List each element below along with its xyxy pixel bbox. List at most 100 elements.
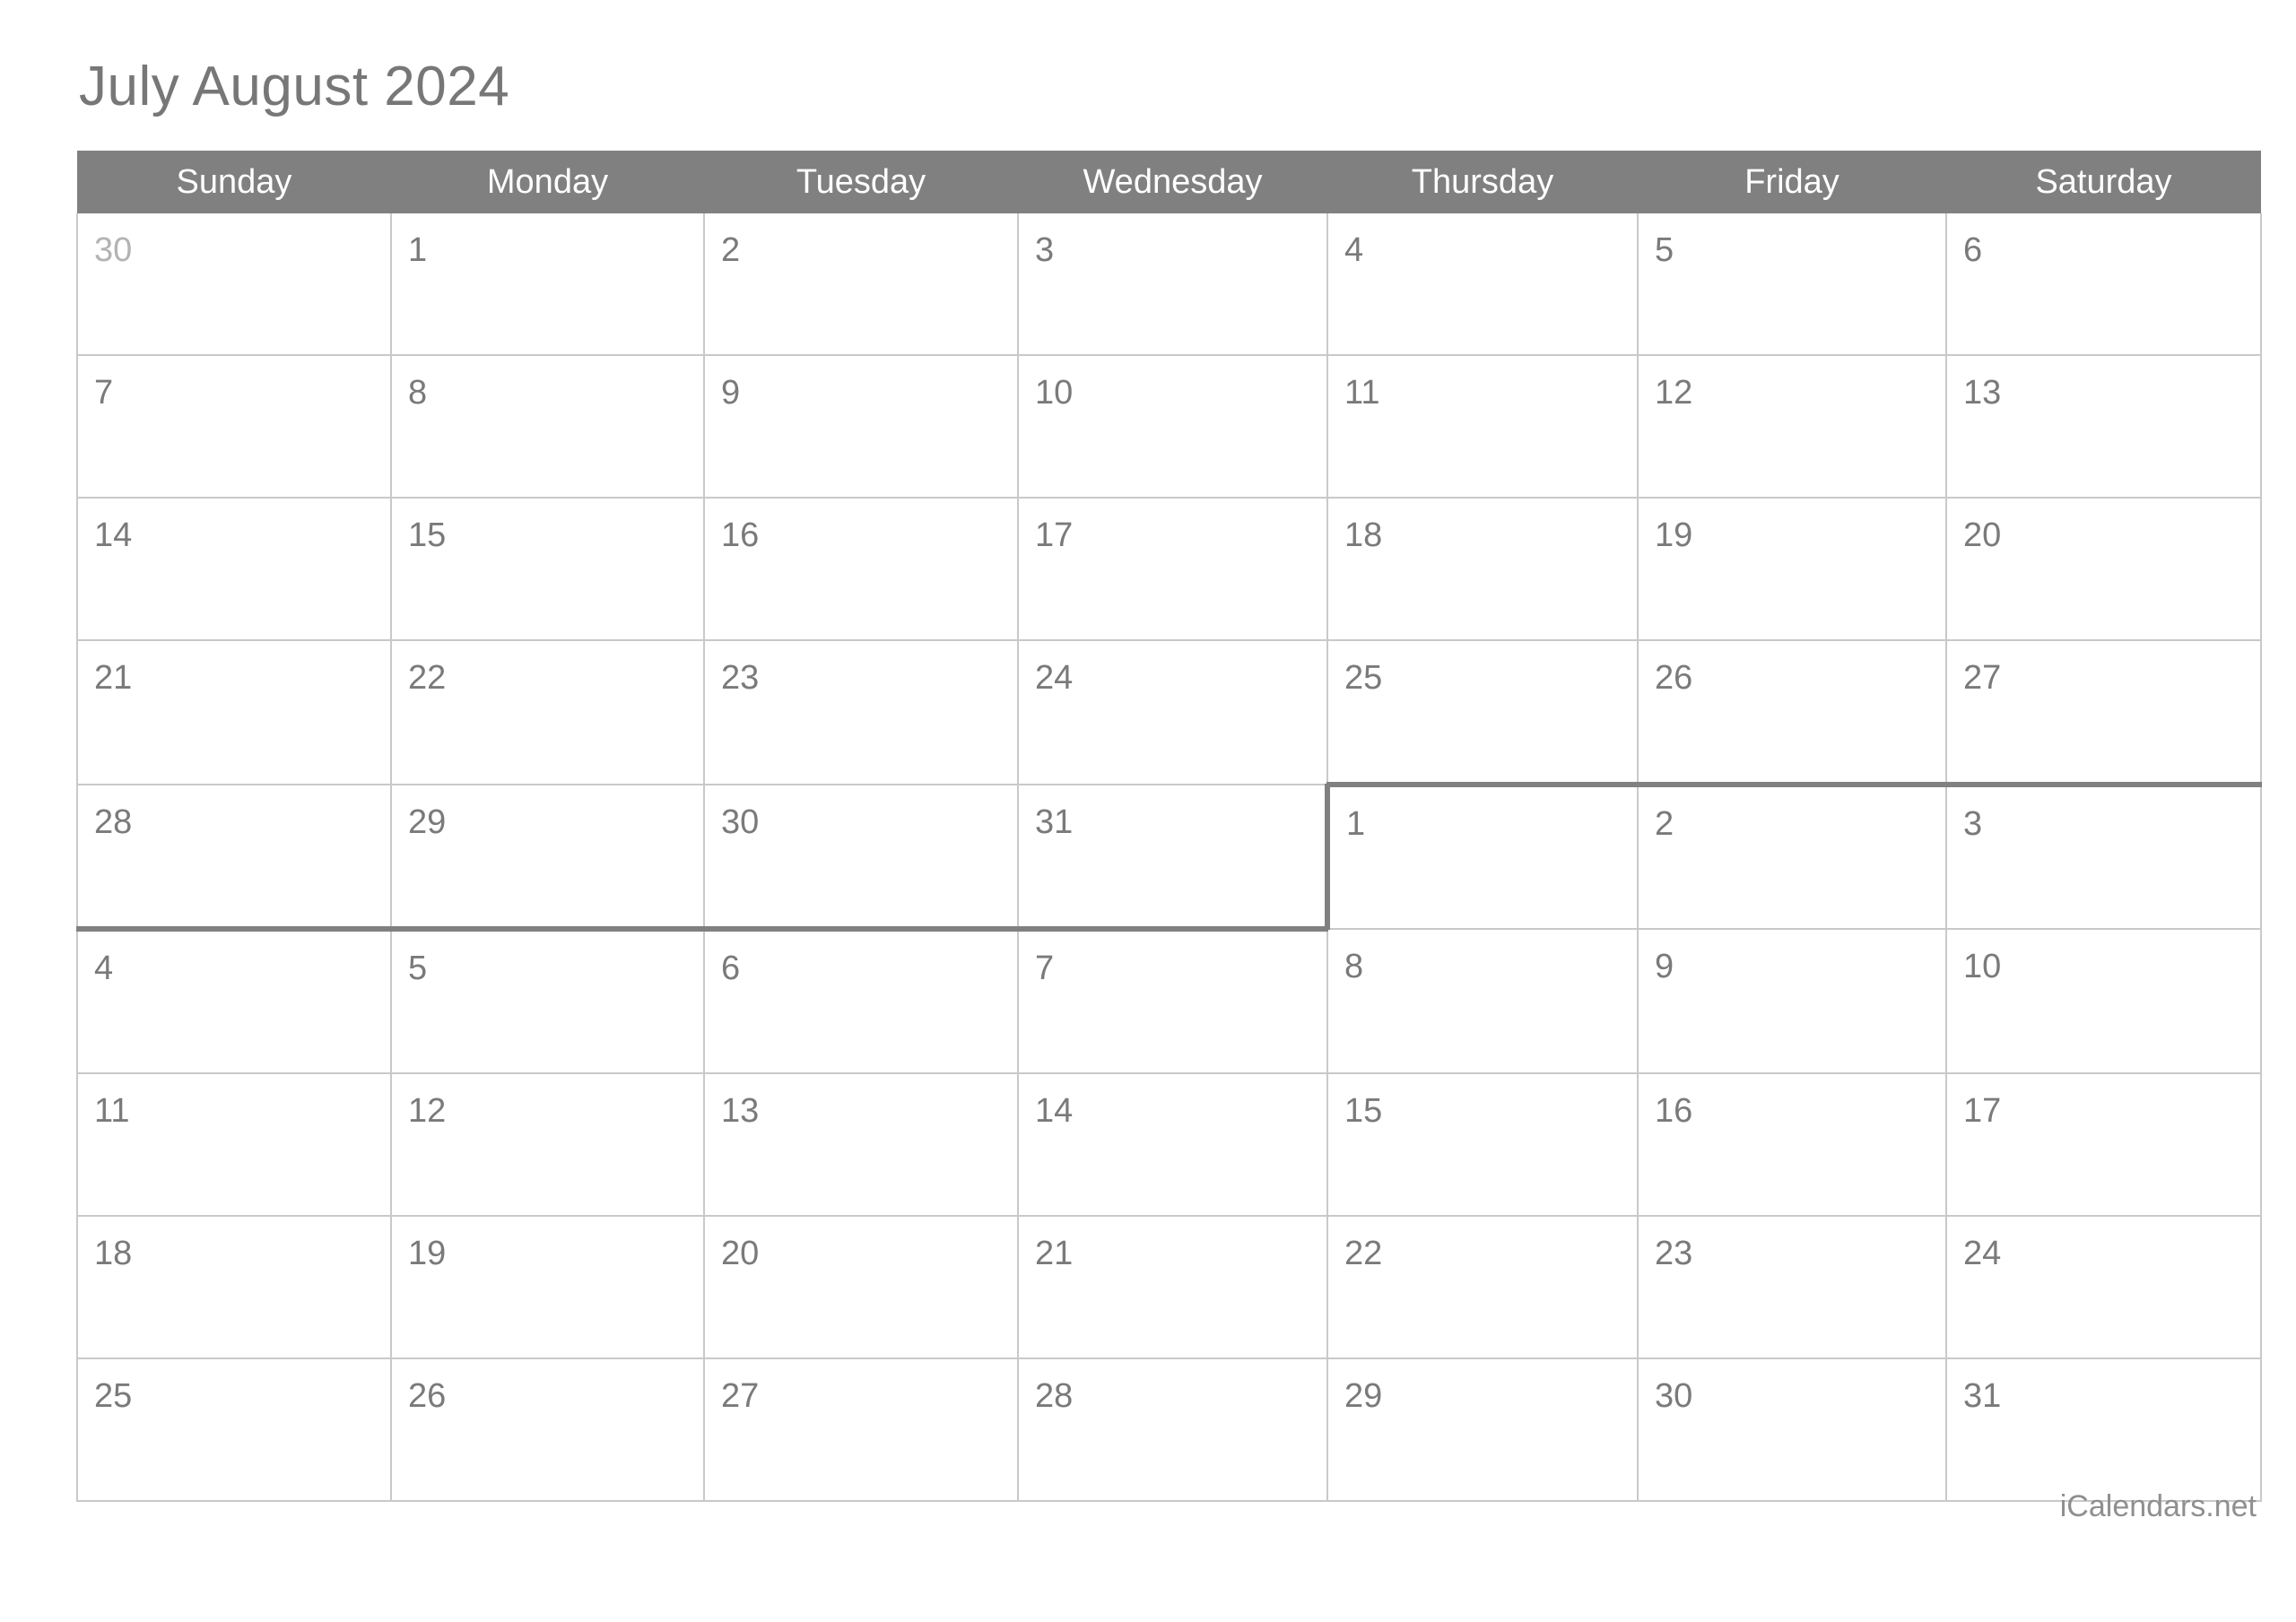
day-number: 24	[1035, 659, 1074, 697]
calendar-day-cell[interactable]: 16	[1638, 1073, 1947, 1217]
calendar-day-cell[interactable]: 23	[704, 640, 1019, 785]
calendar-day-cell[interactable]: 31	[1018, 785, 1328, 932]
calendar-day-cell[interactable]: 22	[391, 640, 705, 785]
weekday-header-thursday: Thursday	[1327, 151, 1638, 213]
calendar-day-cell[interactable]: 8	[1327, 929, 1639, 1074]
day-number: 9	[721, 374, 741, 412]
day-number: 30	[94, 231, 133, 269]
calendar-day-cell[interactable]: 13	[704, 1073, 1019, 1217]
calendar-day-cell[interactable]: 7	[1018, 929, 1328, 1074]
calendar-day-cell[interactable]: 21	[76, 640, 392, 785]
calendar-day-cell[interactable]: 4	[1327, 213, 1639, 356]
calendar-day-cell[interactable]: 14	[1018, 1073, 1328, 1217]
calendar-day-cell[interactable]: 14	[76, 498, 392, 641]
calendar-day-cell[interactable]: 30	[704, 785, 1019, 932]
day-number: 23	[1655, 1235, 1693, 1272]
day-number: 5	[408, 950, 428, 987]
day-number: 7	[94, 374, 114, 412]
calendar-day-cell[interactable]: 18	[76, 1216, 392, 1359]
calendar-day-cell[interactable]: 2	[1638, 782, 1947, 930]
calendar-day-cell[interactable]: 30	[1638, 1358, 1947, 1502]
calendar-day-cell[interactable]: 15	[1327, 1073, 1639, 1217]
calendar-day-cell[interactable]: 13	[1946, 355, 2262, 499]
calendar-day-cell[interactable]: 26	[391, 1358, 705, 1502]
day-number: 15	[408, 516, 447, 554]
footer-attribution: iCalendars.net	[2059, 1489, 2257, 1523]
calendar-day-cell[interactable]: 11	[76, 1073, 392, 1217]
day-number: 17	[1963, 1092, 2002, 1130]
day-number: 15	[1344, 1092, 1383, 1130]
day-number: 6	[1963, 231, 1983, 269]
calendar-day-cell[interactable]: 16	[704, 498, 1019, 641]
day-number: 31	[1035, 803, 1074, 841]
day-number: 13	[721, 1092, 760, 1130]
calendar-day-cell[interactable]: 23	[1638, 1216, 1947, 1359]
day-number: 20	[1963, 516, 2002, 554]
calendar-day-cell[interactable]: 10	[1946, 929, 2262, 1074]
calendar-day-cell[interactable]: 5	[1638, 213, 1947, 356]
calendar-day-cell[interactable]: 25	[76, 1358, 392, 1502]
calendar-day-cell[interactable]: 27	[704, 1358, 1019, 1502]
calendar-day-cell[interactable]: 20	[1946, 498, 2262, 641]
calendar-day-cell[interactable]: 19	[391, 1216, 705, 1359]
calendar-day-cell[interactable]: 17	[1018, 498, 1328, 641]
calendar-day-cell[interactable]: 24	[1946, 1216, 2262, 1359]
calendar-day-cell[interactable]: 9	[704, 355, 1019, 499]
calendar-day-cell[interactable]: 28	[76, 785, 392, 932]
day-number: 22	[1344, 1235, 1383, 1272]
weekday-header-wednesday: Wednesday	[1018, 151, 1327, 213]
day-number: 25	[94, 1377, 133, 1415]
calendar-day-cell[interactable]: 7	[76, 355, 392, 499]
calendar-day-cell[interactable]: 22	[1327, 1216, 1639, 1359]
day-number: 13	[1963, 374, 2002, 412]
calendar-day-cell[interactable]: 26	[1638, 640, 1947, 785]
calendar-day-cell[interactable]: 29	[1327, 1358, 1639, 1502]
day-number: 4	[1344, 231, 1364, 269]
calendar-day-cell[interactable]: 30	[76, 213, 392, 356]
calendar-day-cell[interactable]: 8	[391, 355, 705, 499]
calendar-day-cell[interactable]: 5	[391, 929, 705, 1074]
calendar-week-row: 25 26 27 28 29 30 31	[76, 1358, 2262, 1502]
calendar-day-cell[interactable]: 20	[704, 1216, 1019, 1359]
calendar-day-cell[interactable]: 11	[1327, 355, 1639, 499]
weekday-header-row: Sunday Monday Tuesday Wednesday Thursday Frid…	[77, 151, 2261, 213]
calendar-day-cell[interactable]: 6	[704, 929, 1019, 1074]
calendar-day-cell[interactable]: 1	[1325, 782, 1639, 930]
day-number: 19	[1655, 516, 1693, 554]
calendar-week-row: 28 29 30 31 1 2 3	[76, 782, 2262, 932]
calendar-day-cell[interactable]: 18	[1327, 498, 1639, 641]
calendar-day-cell[interactable]: 19	[1638, 498, 1947, 641]
calendar-day-cell[interactable]: 31	[1946, 1358, 2262, 1502]
calendar-day-cell[interactable]: 27	[1946, 640, 2262, 785]
calendar-day-cell[interactable]: 10	[1018, 355, 1328, 499]
calendar-day-cell[interactable]: 17	[1946, 1073, 2262, 1217]
calendar-day-cell[interactable]: 29	[391, 785, 705, 932]
calendar-day-cell[interactable]: 6	[1946, 213, 2262, 356]
calendar-day-cell[interactable]: 1	[391, 213, 705, 356]
day-number: 17	[1035, 516, 1074, 554]
calendar-day-cell[interactable]: 25	[1327, 640, 1639, 785]
day-number: 8	[408, 374, 428, 412]
weekday-header-tuesday: Tuesday	[704, 151, 1018, 213]
calendar-day-cell[interactable]: 3	[1018, 213, 1328, 356]
calendar-week-row: 21 22 23 24 25 26 27	[76, 640, 2262, 785]
calendar-day-cell[interactable]: 4	[76, 929, 392, 1074]
calendar-day-cell[interactable]: 9	[1638, 929, 1947, 1074]
calendar-day-cell[interactable]: 2	[704, 213, 1019, 356]
calendar-day-cell[interactable]: 12	[1638, 355, 1947, 499]
calendar-week-row: 7 8 9 10 11 12 13	[76, 355, 2262, 499]
day-number: 25	[1344, 659, 1383, 697]
calendar-page: July August 2024 Sunday Monday Tuesday Wedn…	[0, 0, 2296, 1622]
day-number: 7	[1035, 950, 1055, 987]
day-number: 12	[408, 1092, 447, 1130]
day-number: 29	[1344, 1377, 1383, 1415]
calendar-day-cell[interactable]: 21	[1018, 1216, 1328, 1359]
calendar-day-cell[interactable]: 12	[391, 1073, 705, 1217]
calendar-day-cell[interactable]: 24	[1018, 640, 1328, 785]
weekday-header-sunday: Sunday	[77, 151, 391, 213]
day-number: 2	[1655, 805, 1674, 843]
calendar-day-cell[interactable]: 28	[1018, 1358, 1328, 1502]
day-number: 22	[408, 659, 447, 697]
calendar-day-cell[interactable]: 15	[391, 498, 705, 641]
calendar-day-cell[interactable]: 3	[1946, 782, 2262, 930]
